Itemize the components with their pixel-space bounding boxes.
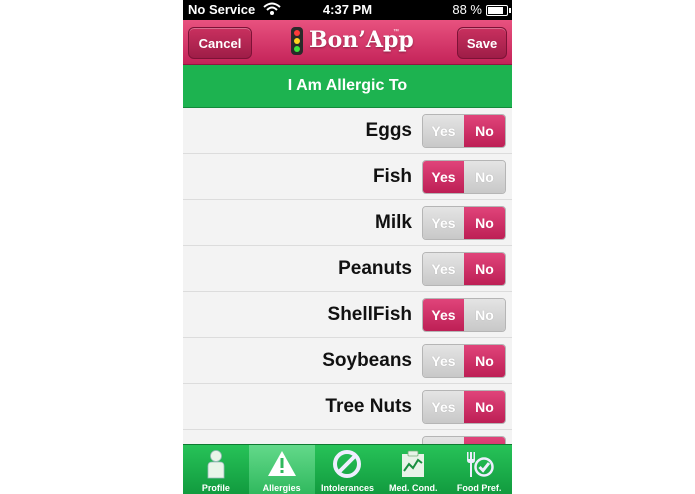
- yes-no-toggle[interactable]: YesNo: [422, 206, 506, 240]
- toggle-no-option[interactable]: No: [464, 345, 505, 377]
- toggle-yes-option[interactable]: Yes: [423, 345, 464, 377]
- tab-label: Food Pref.: [456, 483, 502, 493]
- toggle-no-option[interactable]: No: [464, 207, 505, 239]
- allergy-row: Tree Nuts Yes No: [183, 384, 512, 430]
- toggle-no-option[interactable]: No: [464, 161, 505, 193]
- yes-no-toggle[interactable]: YesNo: [422, 298, 506, 332]
- tab-intolerances[interactable]: Intolerances: [315, 445, 381, 494]
- toggle-no-option[interactable]: No: [464, 299, 505, 331]
- toggle-no-option[interactable]: No: [464, 437, 505, 444]
- battery-icon: [486, 5, 511, 16]
- toggle-no-option[interactable]: No: [464, 253, 505, 285]
- tab-food-pref[interactable]: Food Pref.: [446, 445, 512, 494]
- allergy-label: Eggs: [365, 120, 412, 141]
- status-bar: No Service 4:37 PM 88 %: [183, 0, 512, 20]
- yes-no-toggle[interactable]: YesNo: [422, 436, 506, 444]
- person-icon: [183, 449, 249, 479]
- battery-percent: 88 %: [452, 2, 482, 17]
- tab-allergies[interactable]: Allergies: [248, 445, 315, 494]
- toggle-yes-option[interactable]: Yes: [423, 115, 464, 147]
- toggle-yes-option[interactable]: Yes: [423, 391, 464, 423]
- trademark-mark: ™: [393, 29, 399, 35]
- yes-no-toggle[interactable]: YesNo: [422, 160, 506, 194]
- toggle-yes-option[interactable]: Yes: [423, 437, 464, 444]
- tab-profile[interactable]: Profile: [183, 445, 249, 494]
- prohibited-icon: [315, 449, 381, 479]
- toggle-no-option[interactable]: No: [464, 391, 505, 423]
- toggle-yes-option[interactable]: Yes: [423, 207, 464, 239]
- toggle-yes-option[interactable]: Yes: [423, 161, 464, 193]
- allergy-label: Milk: [375, 212, 412, 233]
- allergy-row: Eggs Yes No: [183, 108, 512, 154]
- allergy-row: Peanuts Yes No: [183, 246, 512, 292]
- allergy-row: Milk Yes No: [183, 200, 512, 246]
- allergy-row: Wheat YesNo: [183, 430, 512, 444]
- allergy-label: Fish: [372, 166, 412, 187]
- cancel-button[interactable]: Cancel: [188, 27, 252, 59]
- allergy-label: ShellFish: [327, 304, 412, 325]
- toggle-yes-option[interactable]: Yes: [423, 299, 464, 331]
- tab-label: Intolerances: [320, 483, 374, 493]
- app-logo: Bon’App ™: [291, 27, 414, 57]
- allergy-row: Soybeans Yes No: [183, 338, 512, 384]
- yes-no-toggle[interactable]: YesNo: [422, 252, 506, 286]
- tab-label: Med. Cond.: [389, 483, 438, 493]
- medical-chart-icon: [380, 449, 446, 479]
- yes-no-toggle[interactable]: YesNo: [422, 390, 506, 424]
- nav-bar: Cancel Bon’App ™ Save: [183, 20, 512, 65]
- yes-no-toggle[interactable]: YesNo: [422, 344, 506, 378]
- toggle-no-option[interactable]: No: [464, 115, 505, 147]
- allergy-row: Fish Yes No: [183, 154, 512, 200]
- tab-label: Allergies: [262, 483, 301, 493]
- tab-label: Profile: [201, 483, 230, 493]
- toggle-yes-option[interactable]: Yes: [423, 253, 464, 285]
- allergy-row: ShellFish Yes No: [183, 292, 512, 338]
- phone-screen: No Service 4:37 PM 88 % Cancel Bon’App ™…: [183, 0, 512, 494]
- allergy-label: Wheat: [355, 430, 412, 444]
- traffic-light-icon: [291, 27, 303, 55]
- allergy-label: Soybeans: [322, 350, 412, 371]
- allergy-list[interactable]: Eggs Yes No Fish Yes No Milk Yes No Peanuts Yes No S…: [183, 108, 512, 444]
- yes-no-toggle[interactable]: YesNo: [422, 114, 506, 148]
- fork-check-icon: [446, 449, 512, 479]
- allergy-label: Peanuts: [338, 258, 412, 279]
- section-title: I Am Allergic To: [183, 65, 512, 108]
- save-button[interactable]: Save: [457, 27, 507, 59]
- tab-bar: Profile Allergies Intolerances Med. Cond. Fo…: [183, 444, 512, 494]
- tab-med-cond[interactable]: Med. Cond.: [380, 445, 446, 494]
- allergy-label: Tree Nuts: [325, 396, 412, 417]
- warning-icon: [249, 449, 315, 479]
